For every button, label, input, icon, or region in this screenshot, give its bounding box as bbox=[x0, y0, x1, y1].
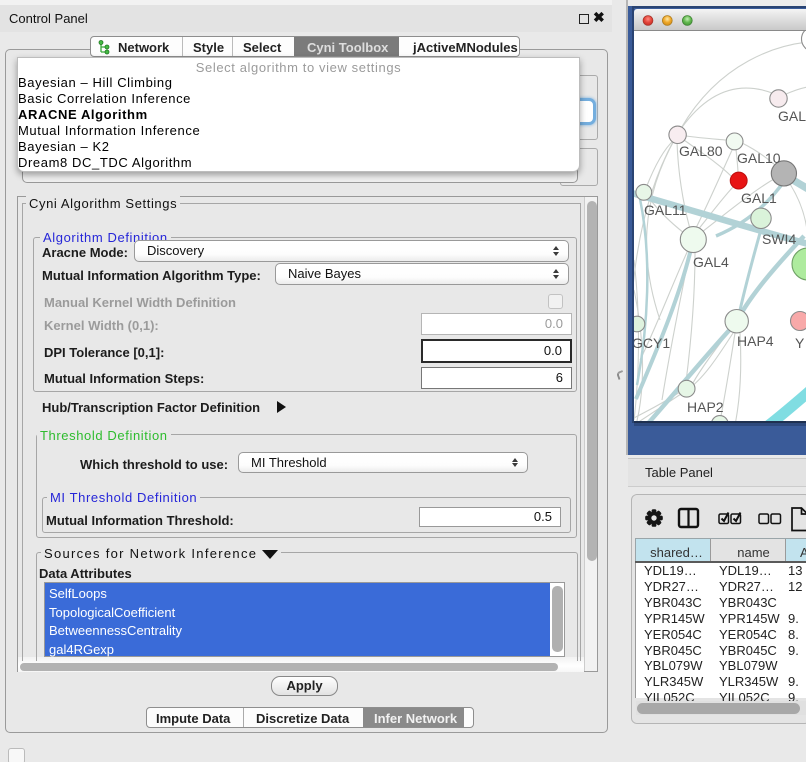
svg-text:GAL1: GAL1 bbox=[741, 190, 777, 206]
svg-text:GCY1: GCY1 bbox=[634, 335, 670, 351]
svg-text:GAL10: GAL10 bbox=[737, 150, 781, 166]
svg-text:GAL11: GAL11 bbox=[644, 202, 687, 218]
svg-text:HAP2: HAP2 bbox=[687, 399, 724, 415]
svg-text:GAL4: GAL4 bbox=[693, 254, 729, 270]
svg-text:HAP4: HAP4 bbox=[737, 333, 774, 349]
svg-text:GAL80: GAL80 bbox=[679, 143, 723, 159]
svg-text:Y: Y bbox=[795, 335, 805, 351]
svg-text:SWI4: SWI4 bbox=[762, 231, 796, 247]
svg-text:GAL2: GAL2 bbox=[778, 108, 806, 124]
